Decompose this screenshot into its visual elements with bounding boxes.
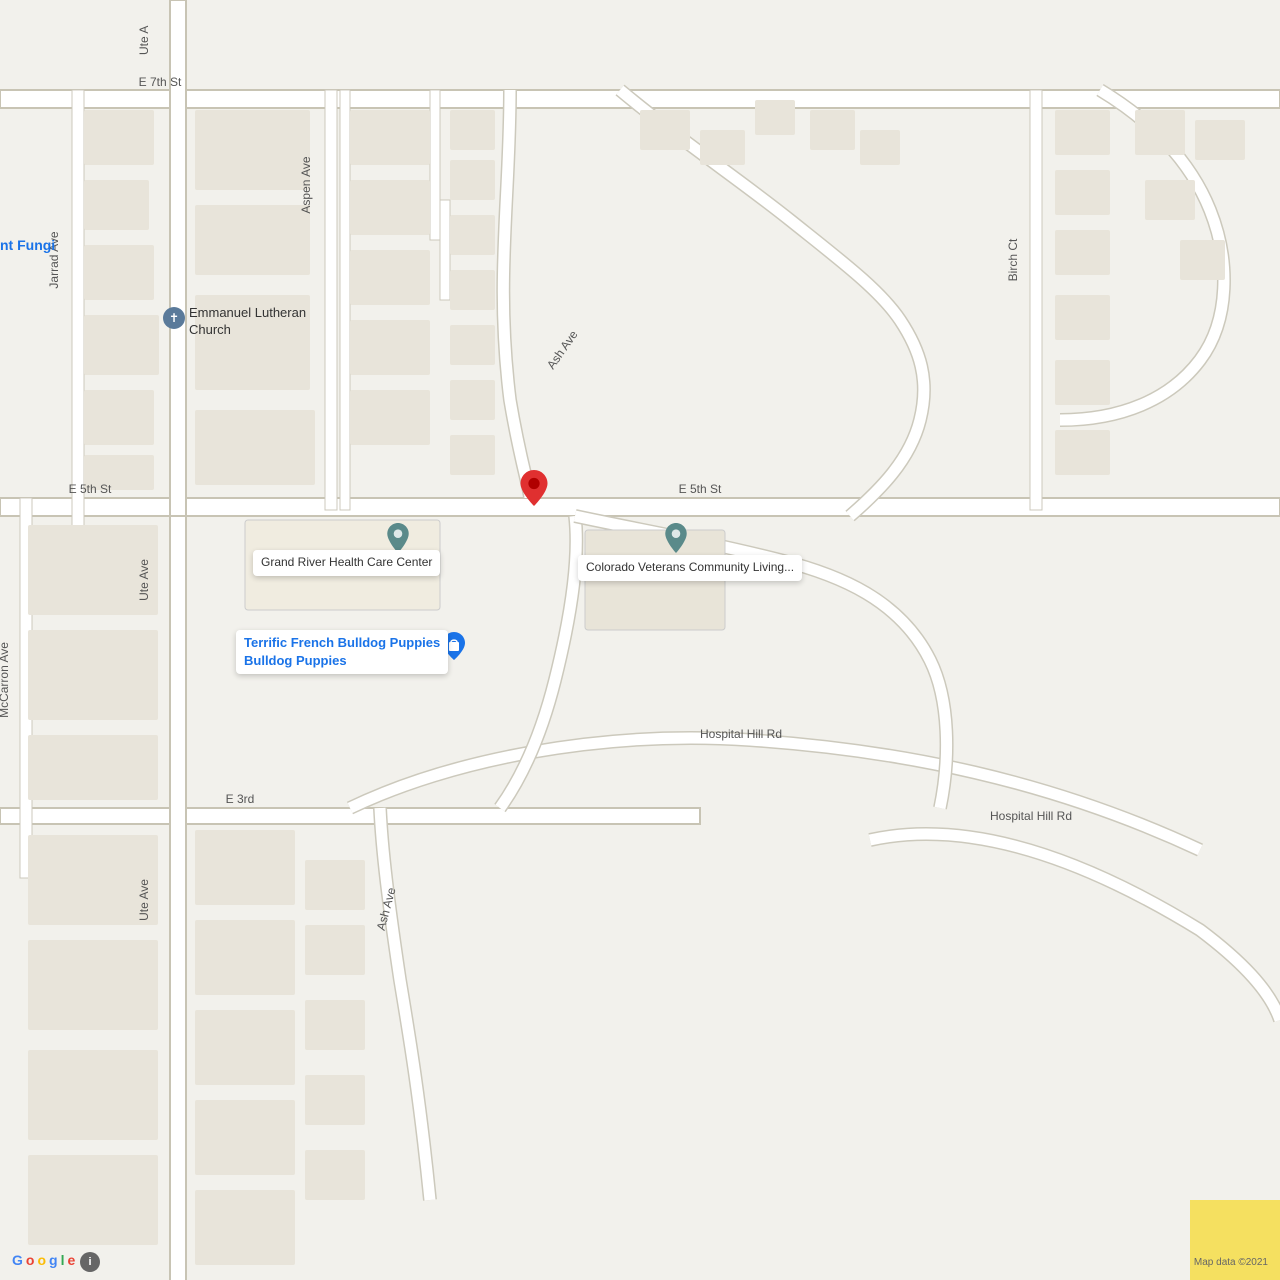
colorado-veterans-pin[interactable] — [665, 523, 687, 553]
info-button[interactable]: i — [80, 1252, 100, 1272]
main-location-pin[interactable] — [520, 470, 548, 506]
grand-river-label[interactable]: Grand River Health Care Center — [253, 550, 440, 576]
google-logo: Google — [12, 1252, 75, 1268]
grand-river-pin[interactable] — [387, 523, 409, 553]
map-attribution: Map data ©2021 — [1194, 1257, 1268, 1268]
google-o2: o — [37, 1252, 46, 1268]
colorado-veterans-label[interactable]: Colorado Veterans Community Living... — [578, 555, 802, 581]
map-container[interactable]: .rd { fill: #ffffff; stroke: #ccc9bc; st… — [0, 0, 1280, 1280]
terrific-french-name-line2: Bulldog Puppies — [244, 653, 347, 668]
church-marker[interactable]: Emmanuel Lutheran Church — [163, 305, 319, 339]
terrific-french-name-line1: Terrific French Bulldog Puppies — [244, 635, 440, 650]
google-e: e — [67, 1252, 75, 1268]
church-icon — [163, 307, 185, 329]
google-l: l — [61, 1252, 65, 1268]
map-background — [0, 0, 1280, 1280]
google-g2: g — [49, 1252, 58, 1268]
google-g: G — [12, 1252, 23, 1268]
google-o1: o — [26, 1252, 35, 1268]
church-label: Emmanuel Lutheran Church — [189, 305, 319, 339]
terrific-french-label[interactable]: Terrific French Bulldog Puppies Bulldog … — [236, 630, 448, 674]
